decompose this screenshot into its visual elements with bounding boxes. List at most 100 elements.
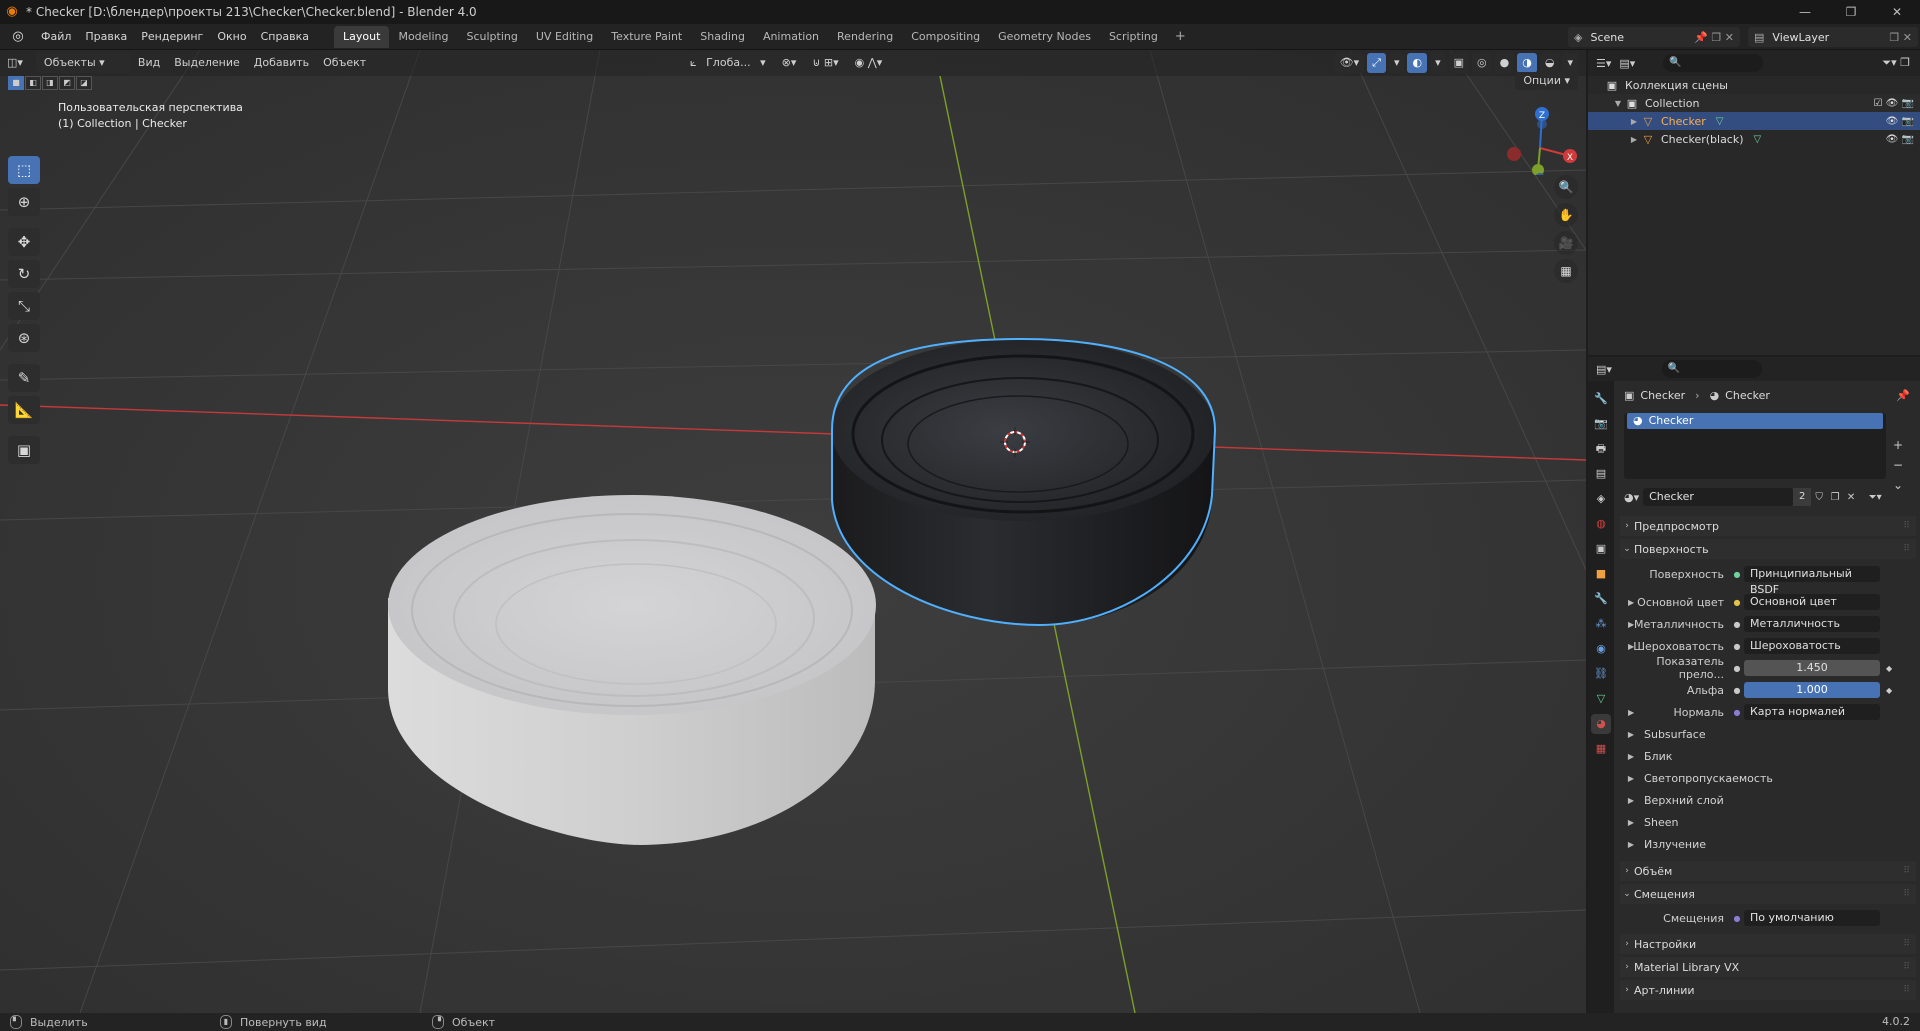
drag-grip-icon[interactable]: ⠿ — [1903, 544, 1910, 554]
navigation-gizmo[interactable]: Z X — [1498, 100, 1578, 175]
material-slot-list[interactable]: ◕ Checker — [1624, 413, 1886, 479]
unlink-material-icon[interactable]: ✕ — [1843, 492, 1859, 503]
select-box-tool-icon[interactable]: ⬚ — [8, 156, 40, 184]
drag-grip-icon[interactable]: ⠿ — [1903, 521, 1910, 531]
menu-render[interactable]: Рендеринг — [134, 24, 210, 50]
viewport-scene[interactable] — [0, 50, 1586, 1013]
snap-icon[interactable]: ⊍ ⊞▾ — [806, 53, 845, 73]
solid-shading-icon[interactable]: ● — [1494, 53, 1515, 73]
panel-surface[interactable]: ⌄ Поверхность ⠿ — [1620, 539, 1916, 559]
select-subtract-icon[interactable]: ◨ — [42, 76, 58, 90]
add-slot-button[interactable]: + — [1890, 437, 1906, 453]
menu-view[interactable]: Вид — [131, 52, 167, 74]
browse-filter-icon[interactable]: ⏷▾ — [1867, 492, 1883, 503]
properties-search-input[interactable]: 🔍 — [1661, 360, 1762, 378]
panel-lineart[interactable]: › Арт-линии ⠿ — [1620, 980, 1916, 1000]
camera-icon[interactable]: 🎥 — [1554, 231, 1578, 255]
select-invert-icon[interactable]: ◩ — [59, 76, 75, 90]
drag-grip-icon[interactable]: ⠿ — [1903, 962, 1910, 972]
expand-icon[interactable]: ▶ — [1628, 620, 1634, 629]
material-shading-icon[interactable]: ◑ — [1517, 53, 1537, 73]
panel-preview[interactable]: › Предпросмотр ⠿ — [1620, 516, 1916, 536]
shading-dropdown[interactable]: ▾ — [1562, 53, 1578, 73]
displacement-field[interactable]: По умолчанию — [1744, 910, 1880, 926]
outliner-row-checker-black[interactable]: ▶ ▽ Checker(black) ▽ 👁 📷 — [1588, 130, 1920, 148]
move-tool-icon[interactable]: ✥ — [8, 228, 40, 256]
outliner-row-checker[interactable]: ▶ ▽ Checker ▽ 👁 📷 — [1588, 112, 1920, 130]
subpanel-subsurface[interactable]: ▶ Subsurface — [1618, 725, 1918, 743]
mode-selector[interactable]: Объекты ▾ — [35, 53, 131, 73]
render-tab-icon[interactable]: 📷 — [1591, 414, 1611, 434]
subpanel-emission[interactable]: ▶ Излучение — [1618, 835, 1918, 853]
tab-modeling[interactable]: Modeling — [389, 26, 457, 48]
collection-tab-icon[interactable]: ▣ — [1591, 539, 1611, 559]
subpanel-transmission[interactable]: ▶ Светопропускаемость — [1618, 769, 1918, 787]
material-tab-icon[interactable]: ◕ — [1591, 714, 1611, 734]
subpanel-specular[interactable]: ▶ Блик — [1618, 747, 1918, 765]
wireframe-shading-icon[interactable]: ◎ — [1472, 53, 1492, 73]
select-extend-icon[interactable]: ◧ — [25, 76, 41, 90]
keyframe-icon[interactable]: ◆ — [1886, 686, 1892, 695]
checker-expand-icon[interactable]: ▶ — [1628, 117, 1640, 126]
pan-hand-icon[interactable]: ✋ — [1554, 203, 1578, 227]
outliner-filter-icon[interactable]: ⏷▾ ❐ — [1882, 56, 1910, 70]
normal-field[interactable]: Карта нормалей — [1744, 704, 1880, 720]
expand-icon[interactable]: ▶ — [1628, 598, 1634, 607]
texture-tab-icon[interactable]: ▦ — [1591, 739, 1611, 759]
add-cube-tool-icon[interactable]: ▣ — [8, 436, 40, 464]
remove-slot-button[interactable]: − — [1890, 457, 1906, 473]
rendered-shading-icon[interactable]: ◒ — [1539, 53, 1560, 73]
properties-editor-type-icon[interactable]: ▤▾ — [1596, 363, 1612, 376]
orientation-selector[interactable]: ⟀ Глоба... ▾ — [684, 53, 772, 73]
duplicate-material-icon[interactable]: ❐ — [1827, 492, 1843, 503]
scene-pin-icon[interactable]: 📌 ❐ ✕ — [1694, 31, 1734, 44]
tab-shading[interactable]: Shading — [691, 26, 754, 48]
outliner-editor-type-icon[interactable]: ☰▾ — [1596, 57, 1611, 70]
collection-visibility[interactable]: ☑ 👁 📷 — [1874, 98, 1914, 109]
close-button[interactable]: ✕ — [1874, 0, 1920, 24]
select-intersect-icon[interactable]: ◪ — [76, 76, 92, 90]
roughness-field[interactable]: Шероховатость — [1744, 638, 1880, 654]
tab-scripting[interactable]: Scripting — [1100, 26, 1167, 48]
tab-animation[interactable]: Animation — [754, 26, 828, 48]
transform-tool-icon[interactable]: ⊛ — [8, 324, 40, 352]
tab-texture-paint[interactable]: Texture Paint — [602, 26, 691, 48]
expand-icon[interactable]: ▶ — [1628, 708, 1634, 717]
metallic-field[interactable]: Металличность — [1744, 616, 1880, 632]
editor-type-button[interactable]: ◫▾ — [0, 52, 30, 74]
menu-file[interactable]: Файл — [34, 24, 78, 50]
gizmo-toggle-icon[interactable]: ⤢ — [1367, 53, 1386, 73]
outliner-row-scene-collection[interactable]: ▣ Коллекция сцены — [1588, 76, 1920, 94]
zoom-icon[interactable]: 🔍 — [1554, 175, 1578, 199]
blender-logo-icon[interactable]: ◎ — [10, 29, 26, 45]
rotate-tool-icon[interactable]: ↻ — [8, 260, 40, 288]
subpanel-sheen[interactable]: ▶ Sheen — [1618, 813, 1918, 831]
options-dropdown[interactable]: Опции ▾ — [1515, 72, 1578, 90]
scene-tab-icon[interactable]: ◈ — [1591, 489, 1611, 509]
physics-tab-icon[interactable]: ◉ — [1591, 639, 1611, 659]
tool-tab-icon[interactable]: 🔧 — [1591, 389, 1611, 409]
tab-compositing[interactable]: Compositing — [902, 26, 989, 48]
annotate-tool-icon[interactable]: ✎ — [8, 364, 40, 392]
menu-add[interactable]: Добавить — [247, 52, 316, 74]
mesh-data-icon[interactable]: ▽ — [1754, 134, 1762, 145]
outliner-row-collection[interactable]: ▼ ▣ Collection ☑ 👁 📷 — [1588, 94, 1920, 112]
proportional-edit-icon[interactable]: ◉ ⋀▾ — [848, 53, 889, 73]
surface-shader-field[interactable]: Принципиальный BSDF — [1744, 566, 1880, 596]
subpanel-coat[interactable]: ▶ Верхний слой — [1618, 791, 1918, 809]
select-new-icon[interactable]: ■ — [8, 76, 24, 90]
tab-layout[interactable]: Layout — [334, 25, 390, 48]
menu-window[interactable]: Окно — [210, 24, 253, 50]
collection-expand-icon[interactable]: ▼ — [1612, 99, 1624, 108]
data-tab-icon[interactable]: ▽ — [1591, 689, 1611, 709]
grid-perspective-icon[interactable]: ▦ — [1554, 259, 1578, 283]
panel-volume[interactable]: › Объём ⠿ — [1620, 861, 1916, 881]
gizmo-dropdown[interactable]: ▾ — [1388, 53, 1405, 73]
material-slot[interactable]: ◕ Checker — [1627, 413, 1883, 429]
view-layer-buttons[interactable]: ❐ ✕ — [1889, 31, 1912, 44]
constraints-tab-icon[interactable]: ⛓ — [1591, 664, 1611, 684]
object-tab-icon[interactable]: ■ — [1591, 564, 1611, 584]
visibility-icon[interactable]: 👁▾ — [1334, 53, 1365, 73]
world-tab-icon[interactable]: ◍ — [1591, 514, 1611, 534]
material-users-count[interactable]: 2 — [1793, 488, 1812, 506]
